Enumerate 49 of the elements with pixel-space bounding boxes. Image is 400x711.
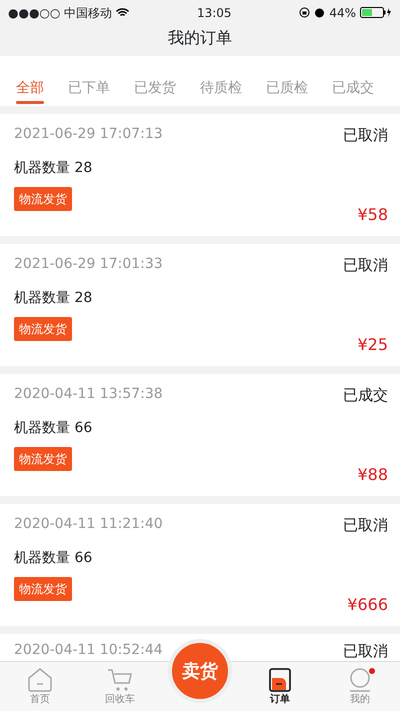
time-text: 13:05 xyxy=(196,4,232,22)
filter-tab[interactable]: 已质检 xyxy=(266,56,308,106)
order-time: 2020-04-11 10:52:44 xyxy=(14,641,163,660)
filter-tab[interactable]: 全部 xyxy=(16,56,44,106)
price-text: ¥25 xyxy=(357,334,388,356)
rotation-lock-icon xyxy=(299,7,310,18)
home-icon xyxy=(27,668,53,692)
page-title: 我的订单 xyxy=(168,26,232,49)
price-text: ¥88 xyxy=(357,464,388,486)
filter-tab[interactable]: 待质检 xyxy=(200,56,242,106)
order-time: 2021-06-29 17:07:13 xyxy=(14,125,163,144)
price-text: ¥666 xyxy=(347,594,388,616)
quantity-text: 机器数量 66 xyxy=(14,550,92,566)
order-status: 已取消 xyxy=(343,641,388,661)
order-time: 2020-04-11 13:57:38 xyxy=(14,385,163,404)
order-card[interactable]: 2021-06-29 17:07:13 已取消 机器数量 28 物流发货 ¥58 xyxy=(0,114,400,236)
cart-icon xyxy=(107,668,133,692)
profile-icon xyxy=(347,668,373,692)
order-time: 2021-06-29 17:01:33 xyxy=(14,255,163,274)
order-card[interactable]: 2020-04-11 10:52:44 已取消 xyxy=(0,634,400,661)
quantity-text: 机器数量 28 xyxy=(14,290,92,306)
order-status: 已取消 xyxy=(343,515,388,536)
order-status: 已取消 xyxy=(343,255,388,276)
shipping-tag: 物流发货 xyxy=(14,576,72,601)
order-status: 已取消 xyxy=(343,125,388,146)
battery-icon xyxy=(360,7,392,18)
battery-text: 44% xyxy=(329,4,356,22)
order-time: 2020-04-11 11:21:40 xyxy=(14,515,163,534)
filter-tab[interactable]: 已下单 xyxy=(68,56,110,106)
filter-tab[interactable]: 已发货 xyxy=(134,56,176,106)
filter-tab[interactable]: 已成交 xyxy=(332,56,374,106)
order-card[interactable]: 2021-06-29 17:01:33 已取消 机器数量 28 物流发货 ¥25 xyxy=(0,244,400,366)
order-card[interactable]: 2020-04-11 13:57:38 已成交 机器数量 66 物流发货 ¥88 xyxy=(0,374,400,496)
wifi-icon xyxy=(116,8,130,18)
tab-bar-item[interactable]: 订单 xyxy=(240,668,320,707)
carrier-text: ●●●○○ 中国移动 xyxy=(8,4,112,22)
shipping-tag: 物流发货 xyxy=(14,446,72,471)
price-text: ¥58 xyxy=(357,204,388,226)
tab-bar-item[interactable]: 我的 xyxy=(320,668,400,707)
document-icon xyxy=(269,668,291,692)
tab-bar-item[interactable]: 回收车 xyxy=(80,668,160,707)
order-card[interactable]: 2020-04-11 11:21:40 已取消 机器数量 66 物流发货 ¥666 xyxy=(0,504,400,626)
sell-button[interactable]: 卖货 xyxy=(168,639,232,703)
quantity-text: 机器数量 66 xyxy=(14,420,92,436)
tab-bar-item[interactable]: 首页 xyxy=(0,668,80,707)
shipping-tag: 物流发货 xyxy=(14,186,72,211)
quantity-text: 机器数量 28 xyxy=(14,160,92,176)
shipping-tag: 物流发货 xyxy=(14,316,72,341)
order-status: 已成交 xyxy=(343,385,388,406)
